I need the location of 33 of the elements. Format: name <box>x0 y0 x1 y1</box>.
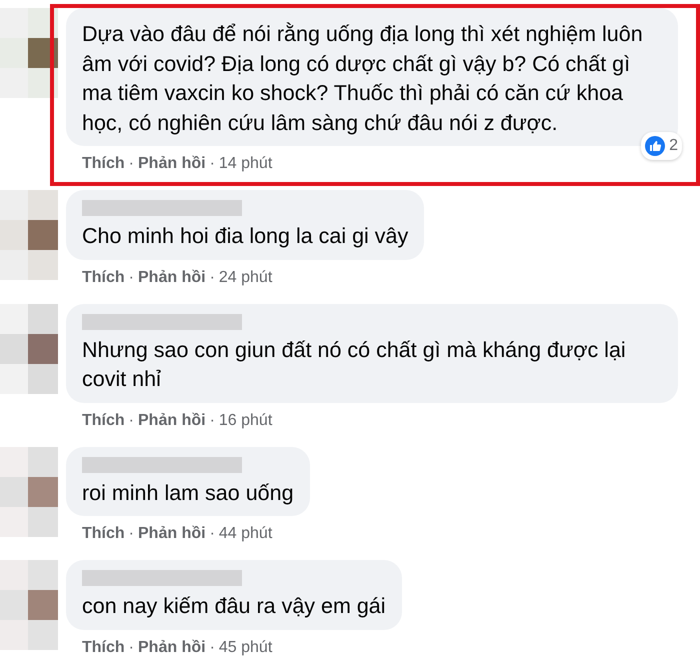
separator-dot: · <box>128 268 134 288</box>
like-link[interactable]: Thích <box>82 522 125 552</box>
separator-dot: · <box>128 410 134 430</box>
reaction-badge[interactable]: 2 <box>641 132 682 160</box>
comment-text: Nhưng sao con giun đất nó có chất gì mà kháng được lại covit nhỉ <box>82 336 627 393</box>
like-icon <box>645 136 666 156</box>
like-link[interactable]: Thích <box>82 408 125 438</box>
reply-link[interactable]: Phản hồi <box>138 636 206 666</box>
comment-text: Dựa vào đâu để nói rằng uống địa long thì xét nghiệm luôn âm với covid? Địa long có dược chất gì vậy b? Có chất gì ma tiêm vaxcin ko shock? Thuốc thì phải có căn cứ khoa học, có nghiên cứu lâm sàng chứ đâu nói z được. <box>82 21 644 136</box>
separator-dot: · <box>128 638 134 658</box>
comment-time: 45 phút <box>218 638 272 658</box>
separator-dot: · <box>210 410 215 430</box>
like-link[interactable]: Thích <box>82 152 125 182</box>
like-link[interactable]: Thích <box>82 266 125 296</box>
like-link[interactable]: Thích <box>82 636 125 666</box>
comment-time: 44 phút <box>218 524 272 544</box>
reply-link[interactable]: Phản hồi <box>138 522 206 552</box>
comment-text: Cho minh hoi đia long la cai gi vây <box>82 223 408 250</box>
separator-dot: · <box>210 638 215 658</box>
reply-link[interactable]: Phản hồi <box>138 152 206 182</box>
reply-link[interactable]: Phản hồi <box>138 266 206 296</box>
comment-time: 24 phút <box>218 268 272 288</box>
separator-dot: · <box>210 154 215 174</box>
separator-dot: · <box>210 524 215 544</box>
comment-time: 14 phút <box>218 154 272 174</box>
comment-time: 16 phút <box>218 410 272 430</box>
separator-dot: · <box>210 268 215 288</box>
comment-text: roi minh lam sao uống <box>82 480 294 506</box>
reaction-count: 2 <box>669 136 678 156</box>
comment-text: con nay kiếm đâu ra vậy em gái <box>82 593 386 620</box>
reply-link[interactable]: Phản hồi <box>138 408 206 438</box>
separator-dot: · <box>128 154 134 174</box>
separator-dot: · <box>128 524 134 544</box>
